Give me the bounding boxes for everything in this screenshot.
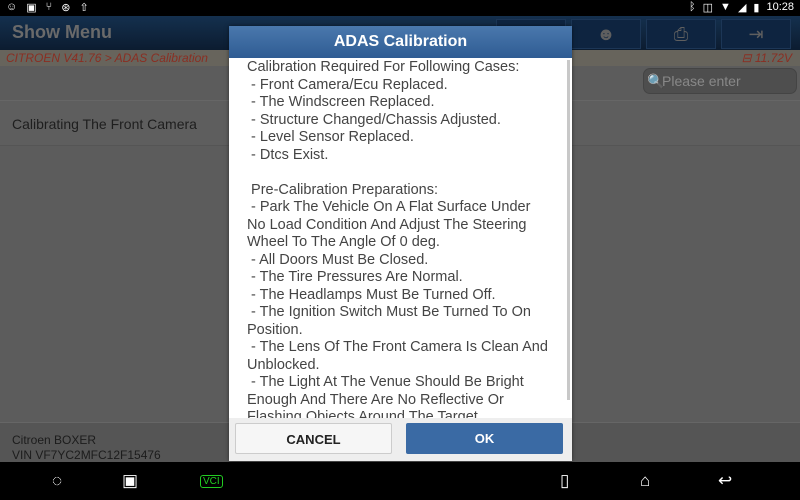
vehicle-model: Citroen BOXER	[12, 433, 97, 447]
message-line: - The Windscreen Replaced.	[247, 94, 435, 110]
message-line: - Park The Vehicle On A Flat Surface Und…	[247, 199, 531, 215]
support-button[interactable]: ☻	[571, 19, 641, 49]
message-line: - Level Sensor Replaced.	[247, 129, 414, 145]
message-line: Unblocked.	[247, 356, 320, 373]
battery-icon: ⊟	[741, 51, 755, 65]
message-line: Pre-Calibration Preparations:	[247, 181, 439, 198]
vibrate-icon: ◫	[702, 2, 714, 14]
breadcrumb-text: CITROEN V41.76 > ADAS Calibration	[6, 51, 208, 65]
ok-button[interactable]: OK	[406, 423, 563, 454]
signal-icon: ◢	[737, 2, 747, 14]
cancel-button[interactable]: CANCEL	[235, 423, 392, 454]
upload-icon: ⇧	[79, 2, 89, 14]
navigation-bar: ◌ ▣ VCI ▯ ⌂ ↩	[0, 462, 800, 500]
message-line: - Front Camera/Ecu Replaced.	[247, 76, 448, 93]
message-line: - The Headlamps Must Be Turned Off.	[247, 286, 496, 303]
dialog-message[interactable]: Calibration Required For Following Cases…	[229, 58, 572, 420]
dialog-footer: CANCEL OK	[229, 418, 572, 461]
dialog-title: ADAS Calibration	[229, 26, 572, 58]
support-icon: ☻	[596, 24, 616, 44]
adas-calibration-dialog: ADAS Calibration Calibration Required Fo…	[229, 26, 572, 461]
search-icon: 🔍	[647, 73, 665, 89]
browser-icon[interactable]: ◌	[52, 471, 62, 491]
vehicle-vin: VIN VF7YC2MFC12F15476	[12, 448, 161, 462]
message-line: Calibration Required For Following Cases…	[247, 59, 520, 75]
recent-apps-icon[interactable]: ▯	[560, 471, 569, 491]
settings-icon: ⊛	[61, 2, 71, 14]
voltage-readout: ⊟ 11.72V	[741, 51, 792, 65]
message-line: - Dtcs Exist.	[247, 146, 329, 163]
exit-button[interactable]: ⇥	[721, 19, 791, 49]
gallery-icon[interactable]: ▣	[122, 471, 138, 491]
message-line: - The Ignition Switch Must Be Turned To …	[247, 304, 531, 320]
vci-icon[interactable]: VCI	[200, 475, 223, 488]
message-line: No Load Condition And Adjust The Steerin…	[247, 216, 527, 233]
battery-icon: ▮	[753, 2, 760, 14]
message-line: - All Doors Must Be Closed.	[247, 251, 429, 268]
exit-icon: ⇥	[748, 24, 764, 44]
clock: 10:28	[766, 1, 794, 13]
back-icon[interactable]: ↩	[718, 471, 732, 491]
message-line: - The Lens Of The Front Camera Is Clean …	[247, 339, 548, 355]
message-line: - The Light At The Venue Should Be Brigh…	[247, 374, 524, 390]
message-line: Position.	[247, 321, 303, 338]
wifi-icon: ▼	[720, 1, 731, 13]
page-title: Show Menu	[12, 22, 112, 42]
message-line: - Structure Changed/Chassis Adjusted.	[247, 111, 501, 128]
usb-icon: ⑂	[45, 1, 53, 13]
print-icon: ⎙	[673, 24, 689, 44]
message-line: Enough And There Are No Reflective Or	[247, 391, 504, 408]
status-bar: ☺ ▣ ⑂ ⊛ ⇧ ᛒ ◫ ▼ ◢ ▮ 10:28	[0, 0, 800, 16]
search-input[interactable]: 🔍Please enter keyword	[643, 68, 797, 113]
message-line: Wheel To The Angle Of 0 deg.	[247, 234, 440, 250]
image-icon: ▣	[26, 2, 37, 14]
print-button[interactable]: ⎙	[646, 19, 716, 49]
scrollbar[interactable]	[567, 60, 570, 400]
chat-icon: ☺	[6, 1, 18, 13]
bluetooth-icon: ᛒ	[689, 1, 696, 13]
home-icon[interactable]: ⌂	[640, 471, 650, 491]
message-line: - The Tire Pressures Are Normal.	[247, 269, 463, 285]
message-line	[247, 164, 572, 182]
